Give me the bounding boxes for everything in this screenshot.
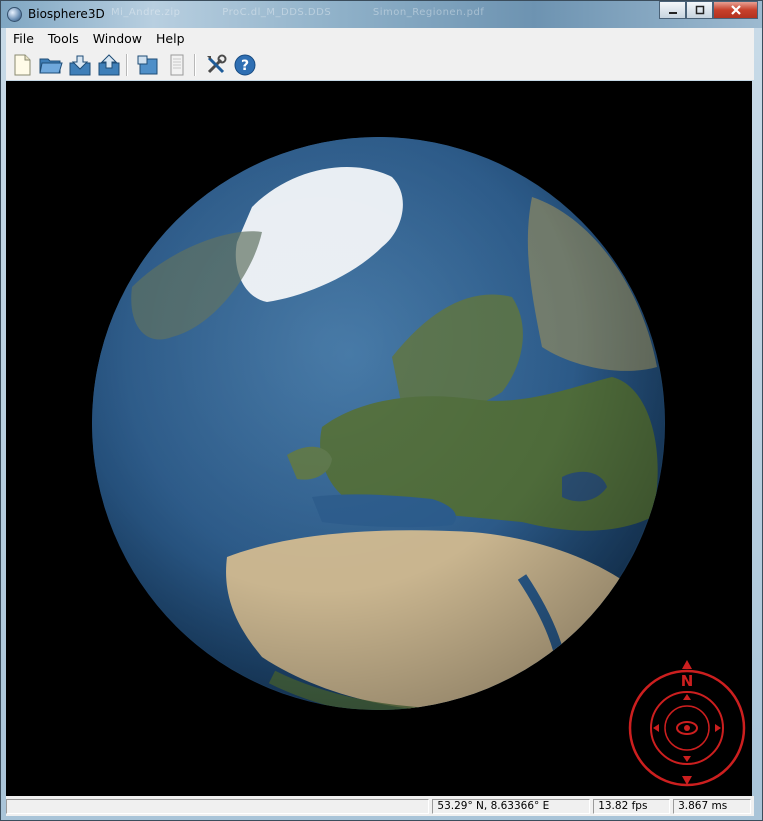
export-icon (98, 53, 120, 75)
menu-window[interactable]: Window (86, 28, 149, 49)
app-window: Biosphere3D Mi_Andre.zip ProC.dl_M_DDS.D… (0, 0, 763, 821)
ghost-tab: Mi_Andre.zip (111, 7, 181, 18)
compass-north-label: N (681, 672, 694, 690)
compass-rose: N (628, 660, 746, 787)
menu-bar: File Tools Window Help (6, 28, 754, 50)
globe-atmosphere-shading (92, 137, 665, 710)
title-bar[interactable]: Biosphere3D Mi_Andre.zip ProC.dl_M_DDS.D… (1, 1, 762, 28)
status-message (6, 798, 430, 814)
maximize-button[interactable] (686, 1, 713, 19)
page-button[interactable] (164, 52, 190, 78)
toolbar-separator (126, 53, 128, 76)
app-globe-icon (7, 7, 22, 22)
open-folder-button[interactable] (38, 52, 64, 78)
screenshot-icon (137, 55, 158, 74)
earth-globe[interactable] (92, 137, 665, 710)
ghost-tab: ProC.dl_M_DDS.DDS (222, 7, 332, 18)
new-document-icon (14, 54, 31, 75)
open-folder-icon (39, 58, 63, 73)
menu-tools[interactable]: Tools (41, 28, 86, 49)
help-button[interactable]: ? (232, 52, 258, 78)
navigation-compass[interactable]: N (626, 658, 748, 788)
status-frame-time: 3.867 ms (673, 798, 751, 814)
window-controls (659, 1, 758, 19)
menu-file[interactable]: File (6, 28, 41, 49)
export-button[interactable] (96, 52, 122, 78)
settings-tools-button[interactable] (203, 52, 229, 78)
globe-3d-viewport[interactable]: N (6, 81, 752, 796)
maximize-icon (695, 5, 704, 15)
ghost-tab: Simon_Regionen.pdf (372, 7, 485, 18)
close-icon (730, 5, 741, 15)
svg-text:?: ? (241, 58, 249, 74)
screenshot-button[interactable] (135, 52, 161, 78)
minimize-button[interactable] (659, 1, 686, 19)
import-button[interactable] (67, 52, 93, 78)
background-taskbar-ghost: Mi_Andre.zip ProC.dl_M_DDS.DDS Simon_Reg… (111, 7, 522, 18)
status-bar: 53.29° N, 8.63366° E 13.82 fps 3.867 ms (6, 796, 754, 816)
status-coordinates: 53.29° N, 8.63366° E (432, 798, 591, 814)
page-icon (170, 54, 184, 75)
toolbar-separator (194, 53, 196, 76)
window-title: Biosphere3D (28, 7, 105, 21)
import-icon (69, 55, 91, 75)
status-fps: 13.82 fps (593, 798, 671, 814)
settings-tools-icon (207, 54, 227, 73)
minimize-icon (668, 12, 677, 14)
help-icon: ? (234, 54, 256, 75)
toolbar: ? (6, 49, 754, 80)
new-document-button[interactable] (9, 52, 35, 78)
menu-help[interactable]: Help (149, 28, 192, 49)
close-button[interactable] (713, 1, 758, 19)
